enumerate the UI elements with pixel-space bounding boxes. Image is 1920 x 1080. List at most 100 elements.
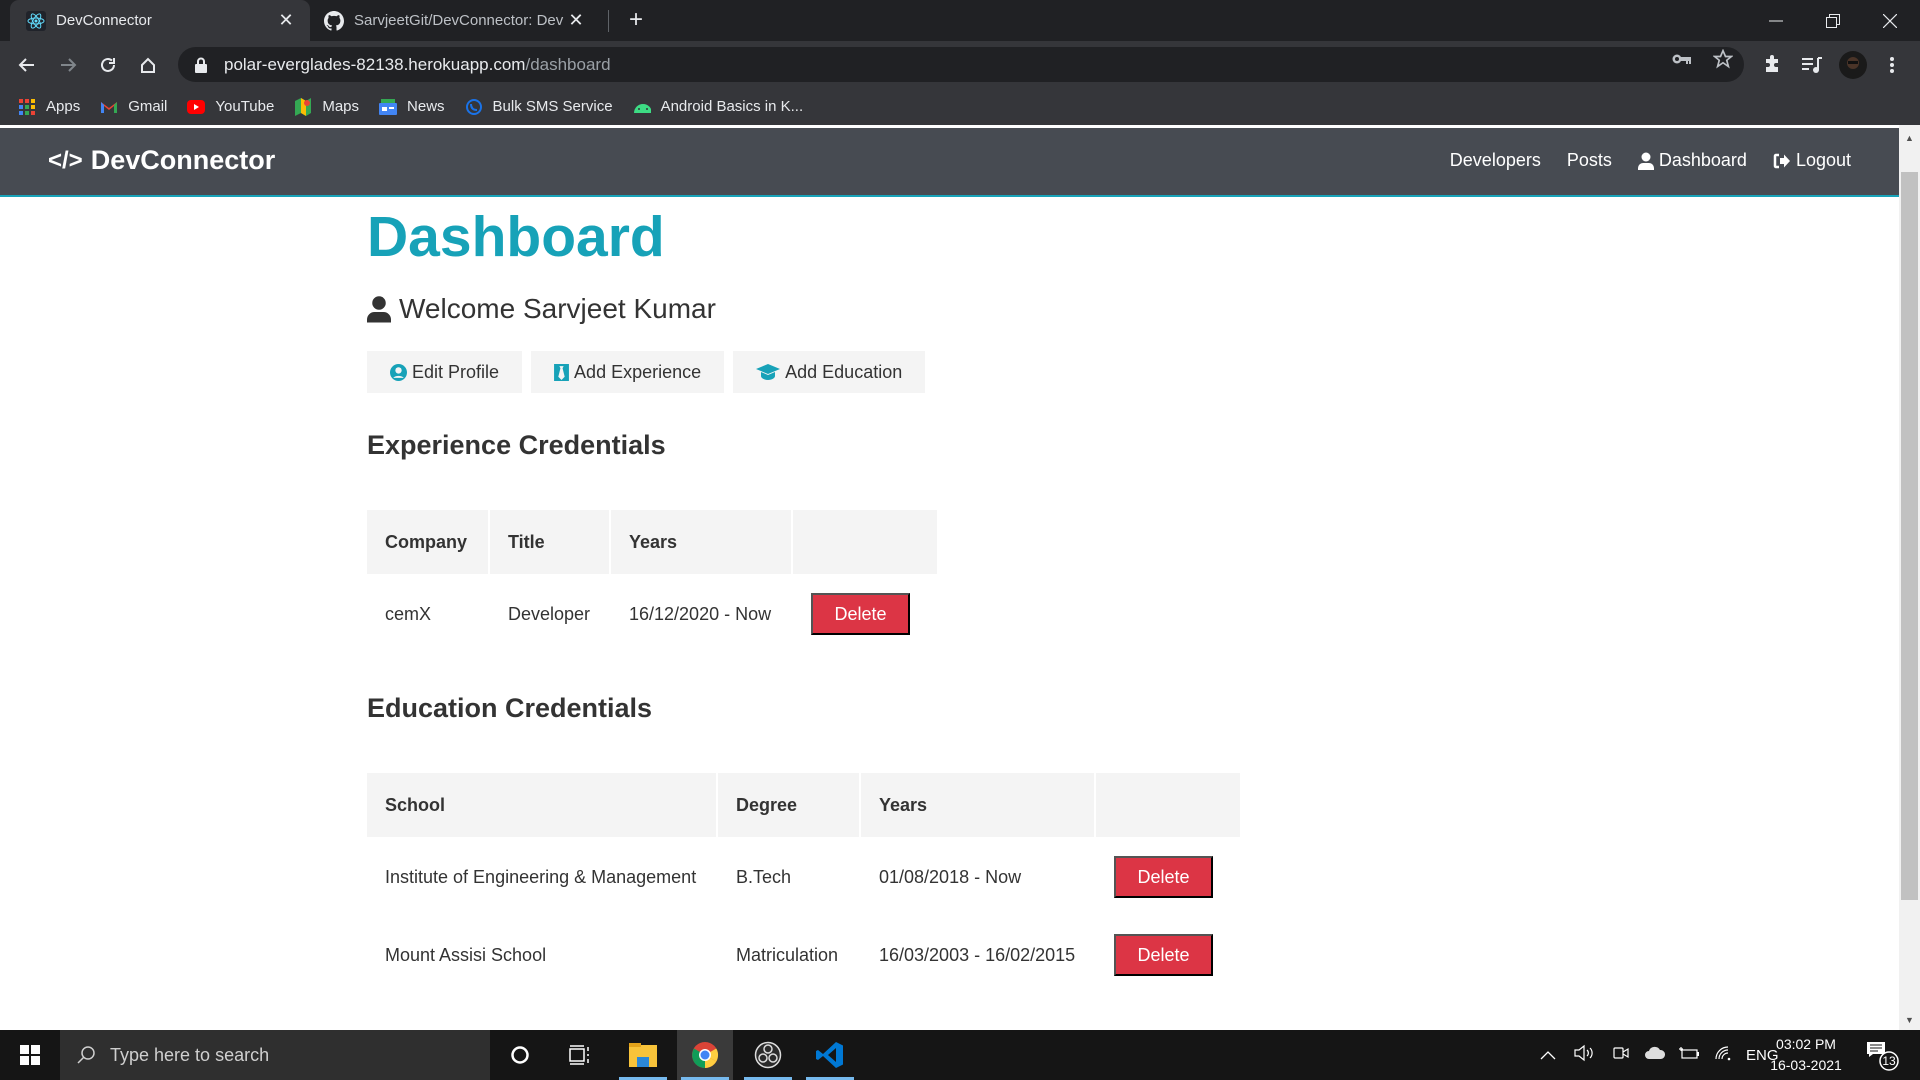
- bookmark-label: Android Basics in K...: [660, 98, 804, 115]
- column-header: Title: [490, 510, 609, 574]
- bookmark-android-basics[interactable]: Android Basics in K...: [633, 98, 804, 116]
- tab-github-repo[interactable]: SarvjeetGit/DevConnector: DevConnector ✕: [310, 0, 600, 41]
- bookmark-bulk-sms[interactable]: Bulk SMS Service: [465, 98, 613, 116]
- scroll-up-icon[interactable]: ▲: [1899, 129, 1920, 146]
- task-view-icon[interactable]: [552, 1030, 608, 1080]
- action-center-button[interactable]: 13: [1865, 1039, 1901, 1073]
- experience-table: Company Title Years cemX Developer 16/12…: [365, 508, 939, 654]
- table-header-row: Company Title Years: [367, 510, 937, 574]
- delete-education-button[interactable]: Delete: [1114, 934, 1213, 976]
- restore-icon[interactable]: [1805, 0, 1861, 41]
- nav-label: Dashboard: [1658, 150, 1747, 170]
- lock-icon: [195, 57, 207, 73]
- bookmark-label: YouTube: [215, 98, 275, 115]
- action-cell: Delete: [1096, 917, 1240, 993]
- new-tab-button[interactable]: +: [622, 6, 650, 34]
- delete-experience-button[interactable]: Delete: [811, 593, 910, 635]
- windows-start-button[interactable]: [0, 1030, 60, 1080]
- react-icon: [26, 10, 46, 31]
- scroll-down-icon[interactable]: ▼: [1899, 1011, 1920, 1028]
- delete-education-button[interactable]: Delete: [1114, 856, 1213, 898]
- media-control-icon[interactable]: [1796, 49, 1828, 81]
- action-cell: Delete: [1096, 839, 1240, 915]
- battery-icon[interactable]: [1678, 1046, 1700, 1064]
- brand-logo-link[interactable]: </> DevConnector: [48, 145, 275, 176]
- add-education-button[interactable]: Add Education: [733, 351, 926, 393]
- obs-icon[interactable]: [740, 1030, 796, 1080]
- user-icon: [1637, 152, 1654, 170]
- education-heading: Education Credentials: [367, 693, 653, 723]
- wifi-icon[interactable]: [1714, 1045, 1732, 1065]
- app-navbar: </> DevConnector Developers Posts Dashbo…: [0, 128, 1899, 197]
- column-header: Years: [611, 510, 791, 574]
- edit-profile-button[interactable]: Edit Profile: [367, 351, 523, 393]
- nav-logout-link[interactable]: Logout: [1773, 150, 1851, 171]
- back-icon[interactable]: [11, 49, 43, 81]
- welcome-text: Welcome Sarvjeet Kumar: [399, 293, 716, 324]
- nav-label: Developers: [1449, 150, 1541, 170]
- close-tab-icon[interactable]: ✕: [274, 10, 298, 31]
- tab-devconnector[interactable]: DevConnector ✕: [10, 0, 310, 41]
- degree-cell: B.Tech: [736, 866, 792, 887]
- table-row: Mount Assisi School Matriculation 16/03/…: [367, 917, 1240, 993]
- tab-title: SarvjeetGit/DevConnector: DevConnector: [354, 12, 564, 29]
- chrome-taskbar-icon[interactable]: [677, 1030, 733, 1080]
- black-tie-icon: [554, 363, 569, 381]
- nav-dashboard-link[interactable]: Dashboard: [1637, 150, 1747, 171]
- volume-icon[interactable]: [1574, 1044, 1596, 1066]
- address-bar[interactable]: polar-everglades-82138.herokuapp.com/das…: [178, 47, 1744, 82]
- clock-time: 03:02 PM: [1776, 1036, 1836, 1052]
- add-experience-button[interactable]: Add Experience: [531, 351, 725, 393]
- bookmark-news[interactable]: News: [379, 98, 445, 116]
- windows-taskbar: Type here to search ENG 03:02 PM 16-03-2…: [0, 1030, 1920, 1080]
- bookmark-label: News: [407, 98, 445, 115]
- vscode-icon[interactable]: [802, 1030, 858, 1080]
- profile-avatar[interactable]: [1837, 49, 1869, 81]
- system-clock[interactable]: 03:02 PM 16-03-2021: [1766, 1034, 1846, 1076]
- table-row: Institute of Engineering & Management B.…: [367, 839, 1240, 915]
- scroll-thumb[interactable]: [1901, 172, 1918, 900]
- school-cell: Mount Assisi School: [385, 944, 547, 965]
- bookmark-gmail[interactable]: Gmail: [100, 98, 167, 116]
- sms-icon: [465, 98, 483, 116]
- url-text: polar-everglades-82138.herokuapp.com/das…: [224, 55, 611, 75]
- forward-icon[interactable]: [52, 49, 84, 81]
- title-cell: Developer: [508, 603, 591, 624]
- nav-label: Posts: [1566, 150, 1612, 170]
- column-header: Degree: [718, 773, 859, 837]
- nav-posts-link[interactable]: Posts: [1567, 150, 1612, 171]
- home-icon[interactable]: [132, 49, 164, 81]
- graduation-cap-icon: [756, 364, 781, 380]
- minimize-icon[interactable]: [1748, 0, 1804, 41]
- experience-heading: Experience Credentials: [367, 430, 666, 460]
- clock-date: 16-03-2021: [1770, 1057, 1842, 1073]
- degree-cell: Matriculation: [736, 944, 839, 965]
- button-label: Add Education: [785, 361, 903, 382]
- user-circle-icon: [390, 363, 407, 381]
- bookmark-star-icon[interactable]: [1708, 49, 1738, 69]
- youtube-icon: [187, 98, 206, 116]
- taskbar-search-input[interactable]: Type here to search: [60, 1030, 490, 1080]
- chrome-menu-icon[interactable]: [1876, 49, 1908, 81]
- cortana-icon[interactable]: [492, 1030, 548, 1080]
- bookmark-maps[interactable]: Maps: [294, 97, 360, 116]
- meet-now-icon[interactable]: [1612, 1044, 1630, 1066]
- page-title: Dashboard: [367, 205, 665, 269]
- close-tab-icon[interactable]: ✕: [564, 10, 588, 31]
- column-header: Company: [367, 510, 488, 574]
- user-icon: [367, 295, 391, 323]
- nav-developers-link[interactable]: Developers: [1450, 150, 1541, 171]
- bookmark-label: Maps: [322, 98, 360, 115]
- page-scrollbar[interactable]: ▲ ▼: [1899, 125, 1920, 1030]
- reload-icon[interactable]: [92, 49, 124, 81]
- onedrive-icon[interactable]: [1644, 1046, 1666, 1064]
- welcome-message: Welcome Sarvjeet Kumar: [367, 293, 716, 325]
- key-icon[interactable]: [1667, 49, 1697, 69]
- extensions-icon[interactable]: [1756, 49, 1788, 81]
- bookmark-youtube[interactable]: YouTube: [187, 98, 274, 116]
- show-hidden-icons-icon[interactable]: [1540, 1047, 1556, 1064]
- bookmark-apps[interactable]: Apps: [18, 98, 80, 116]
- file-explorer-icon[interactable]: [615, 1030, 671, 1080]
- close-window-icon[interactable]: [1862, 0, 1918, 41]
- column-header: [1096, 773, 1240, 837]
